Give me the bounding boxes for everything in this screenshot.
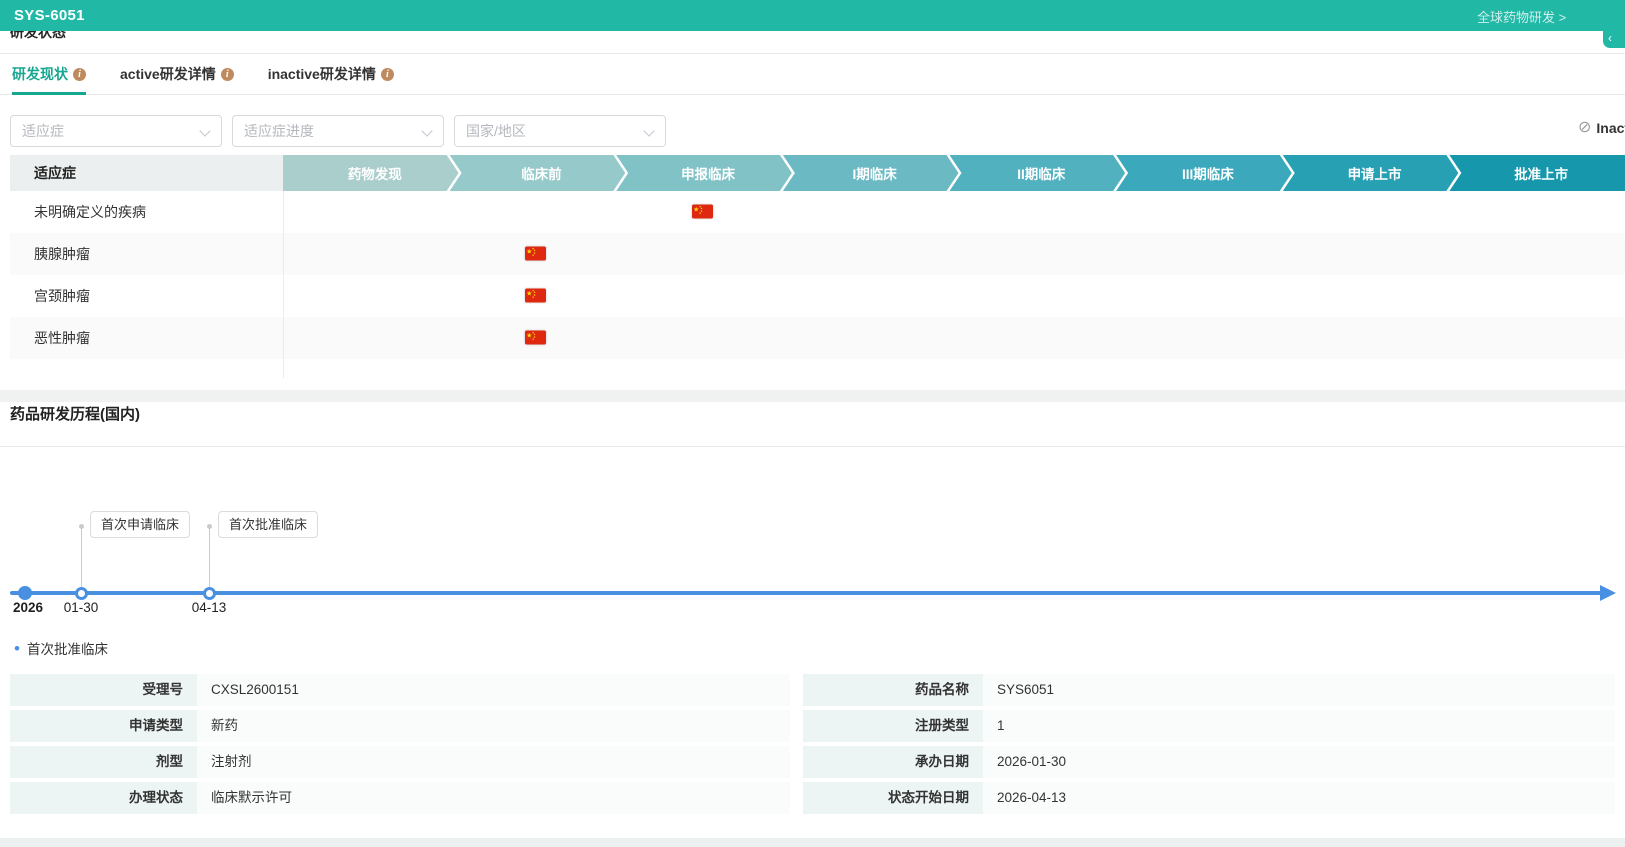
chevron-down-icon bbox=[421, 125, 433, 137]
detail-value: 注射剂 bbox=[197, 746, 790, 778]
event-detail-heading-label: 首次批准临床 bbox=[26, 642, 108, 657]
filter-bar: 适应症适应症进度国家/地区 ⊘ Inactive bbox=[0, 115, 1625, 147]
breadcrumb[interactable]: 全球药物研发 > bbox=[1477, 7, 1566, 26]
stage-4: I期临床 bbox=[783, 155, 959, 191]
indication-row: 未明确定义的疾病 bbox=[10, 191, 1625, 233]
timeline-event-dot[interactable] bbox=[203, 587, 216, 600]
timeline-event-stem bbox=[209, 527, 210, 587]
tab-label: 研发现状 bbox=[12, 66, 68, 82]
timeline-event-label[interactable]: 首次申请临床 bbox=[90, 511, 191, 538]
china-flag-icon[interactable] bbox=[524, 246, 546, 261]
detail-value: SYS6051 bbox=[983, 674, 1615, 706]
column-divider bbox=[283, 191, 284, 378]
timeline-stem-dot bbox=[79, 524, 84, 529]
chevron-down-icon bbox=[199, 125, 211, 137]
tab-active-details[interactable]: active研发详情 i bbox=[120, 54, 234, 94]
stage-3: 申报临床 bbox=[616, 155, 792, 191]
development-timeline: 2026 首次申请临床 01-30 首次批准临床 04-13 bbox=[0, 446, 1625, 638]
indication-row: 恶性肿瘤 bbox=[10, 317, 1625, 359]
chevron-left-icon: ‹ bbox=[1608, 31, 1612, 45]
detail-gap bbox=[790, 674, 803, 706]
detail-value: CXSL2600151 bbox=[197, 674, 790, 706]
stage-1: 药物发现 bbox=[283, 155, 459, 191]
indication-rows: 未明确定义的疾病 胰腺肿瘤宫颈肿瘤恶性肿瘤 bbox=[10, 191, 1625, 359]
tab-inactive-details[interactable]: inactive研发详情 i bbox=[268, 54, 394, 94]
detail-label: 注册类型 bbox=[803, 710, 983, 742]
page: 研发状态 SYS-6051 全球药物研发 > ‹ 研发现状 i active研发详情… bbox=[0, 0, 1625, 847]
china-flag-icon[interactable] bbox=[524, 288, 546, 303]
china-flag-icon[interactable] bbox=[524, 330, 546, 345]
detail-label: 状态开始日期 bbox=[803, 782, 983, 814]
app-header: SYS-6051 全球药物研发 > bbox=[0, 0, 1625, 31]
detail-label: 药品名称 bbox=[803, 674, 983, 706]
detail-value: 1 bbox=[983, 710, 1615, 742]
slash-circle-icon: ⊘ bbox=[1578, 119, 1592, 136]
detail-row: 剂型 注射剂 承办日期 2026-01-30 bbox=[10, 746, 1615, 778]
event-detail-heading: • 首次批准临床 bbox=[14, 638, 108, 658]
stage-7: 申请上市 bbox=[1283, 155, 1459, 191]
detail-row: 办理状态 临床默示许可 状态开始日期 2026-04-13 bbox=[10, 782, 1615, 814]
filter-select-indication-progress[interactable]: 适应症进度 bbox=[232, 115, 444, 147]
detail-label: 办理状态 bbox=[10, 782, 197, 814]
stage-8: 批准上市 bbox=[1449, 155, 1625, 191]
approval-details-table: 受理号 CXSL2600151 药品名称 SYS6051 申请类型 新药 注册类型 1 剂型 注射… bbox=[10, 674, 1615, 818]
detail-label: 受理号 bbox=[10, 674, 197, 706]
chevron-down-icon bbox=[643, 125, 655, 137]
detail-label: 剂型 bbox=[10, 746, 197, 778]
stage-2: 临床前 bbox=[450, 155, 626, 191]
timeline-event-date: 04-13 bbox=[191, 600, 227, 615]
detail-value: 新药 bbox=[197, 710, 790, 742]
timeline-start-dot[interactable] bbox=[18, 586, 32, 600]
indication-row: 宫颈肿瘤 bbox=[10, 275, 1625, 317]
info-icon[interactable]: i bbox=[73, 67, 86, 81]
bullet-icon: • bbox=[14, 638, 20, 658]
tab-bar: 研发现状 i active研发详情 i inactive研发详情 i bbox=[0, 53, 1625, 95]
inactive-legend[interactable]: ⊘ Inactive bbox=[1578, 119, 1625, 137]
tab-label: inactive研发详情 bbox=[267, 66, 376, 82]
detail-gap bbox=[790, 746, 803, 778]
stage-5: II期临床 bbox=[950, 155, 1126, 191]
indication-label: 宫颈肿瘤 bbox=[34, 288, 90, 304]
detail-gap bbox=[790, 782, 803, 814]
detail-row: 受理号 CXSL2600151 药品名称 SYS6051 bbox=[10, 674, 1615, 706]
tab-current-status[interactable]: 研发现状 i bbox=[12, 54, 86, 95]
indication-label: 胰腺肿瘤 bbox=[34, 246, 90, 262]
drug-title: SYS-6051 bbox=[14, 7, 85, 24]
detail-value: 2026-01-30 bbox=[983, 746, 1615, 778]
indication-row: 胰腺肿瘤 bbox=[10, 233, 1625, 275]
inactive-legend-label: Inactive bbox=[1596, 120, 1625, 136]
timeline-event-label[interactable]: 首次批准临床 bbox=[218, 511, 319, 538]
timeline-year-label: 2026 bbox=[12, 600, 44, 615]
detail-value: 临床默示许可 bbox=[197, 782, 790, 814]
detail-label: 申请类型 bbox=[10, 710, 197, 742]
timeline-event-dot[interactable] bbox=[75, 587, 88, 600]
indication-column-header: 适应症 bbox=[10, 155, 283, 191]
tab-label: active研发详情 bbox=[120, 66, 216, 82]
info-icon[interactable]: i bbox=[220, 67, 234, 81]
history-section-title: 药品研发历程(国内) bbox=[10, 406, 140, 423]
indication-table: 适应症 药物发现 临床前 申报临床 I期临床 II期临床 III期临床 申请上市 批准上市 未… bbox=[10, 155, 1625, 378]
bottom-strip bbox=[0, 838, 1625, 847]
side-flyout-tab[interactable]: ‹ bbox=[1603, 31, 1625, 48]
timeline-event-stem bbox=[81, 527, 82, 587]
section-divider bbox=[0, 390, 1625, 402]
detail-gap bbox=[790, 710, 803, 742]
detail-value: 2026-04-13 bbox=[983, 782, 1615, 814]
indication-table-header: 适应症 药物发现 临床前 申报临床 I期临床 II期临床 III期临床 申请上市 批准上市 bbox=[10, 155, 1625, 191]
filter-dropdowns: 适应症 适应症进度 国家/地区 bbox=[10, 115, 666, 147]
info-icon[interactable]: i bbox=[380, 67, 394, 81]
detail-row: 申请类型 新药 注册类型 1 bbox=[10, 710, 1615, 742]
timeline-axis bbox=[10, 591, 1604, 595]
indication-label: 恶性肿瘤 bbox=[34, 330, 90, 346]
stage-chevron-bar: 药物发现 临床前 申报临床 I期临床 II期临床 III期临床 申请上市 批准上市 bbox=[283, 155, 1625, 191]
china-flag-icon[interactable] bbox=[692, 204, 714, 219]
filter-select-indication[interactable]: 适应症 bbox=[10, 115, 222, 147]
timeline-stem-dot bbox=[207, 524, 212, 529]
timeline-arrow-icon bbox=[1600, 585, 1616, 601]
detail-label: 承办日期 bbox=[803, 746, 983, 778]
timeline-event-date: 01-30 bbox=[63, 600, 99, 615]
indication-label: 未明确定义的疾病 bbox=[34, 204, 146, 220]
filter-select-country-region[interactable]: 国家/地区 bbox=[454, 115, 666, 147]
stage-6: III期临床 bbox=[1116, 155, 1292, 191]
